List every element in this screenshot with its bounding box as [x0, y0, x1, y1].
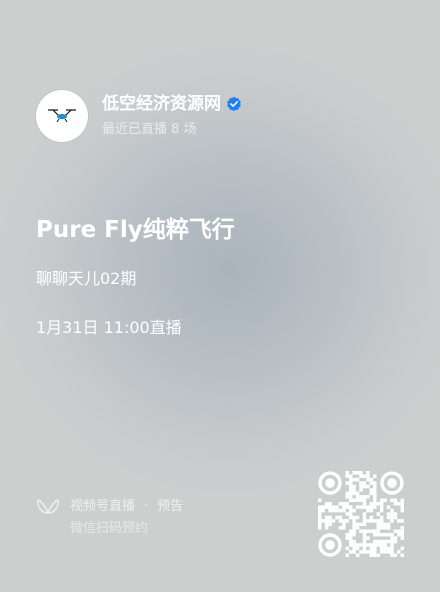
qr-code-icon[interactable]	[318, 471, 404, 557]
scan-hint: 微信扫码预约	[70, 521, 149, 536]
account-name-row: 低空经济资源网	[102, 92, 242, 116]
live-preview-card: 低空经济资源网 最近已直播 8 场 Pure Fly纯粹飞行 聊聊天儿02期 1…	[0, 0, 440, 592]
live-title: Pure Fly纯粹飞行	[36, 217, 235, 243]
live-subtitle: 聊聊天儿02期	[36, 269, 137, 288]
live-schedule-time: 1月31日 11:00直播	[36, 318, 182, 337]
verified-badge-icon	[226, 96, 242, 112]
brand-row: 视频号直播 · 预告	[36, 496, 183, 518]
avatar[interactable]	[36, 90, 88, 142]
channels-butterfly-icon	[36, 497, 60, 517]
preview-type-label: 预告	[157, 499, 184, 514]
live-count-status: 最近已直播 8 场	[102, 122, 197, 137]
account-info: 低空经济资源网 最近已直播 8 场	[102, 92, 242, 140]
brand-label: 视频号直播	[70, 499, 136, 514]
account-name[interactable]: 低空经济资源网	[102, 92, 221, 116]
account-header: 低空经济资源网 最近已直播 8 场	[36, 90, 242, 142]
drone-logo-icon	[48, 109, 76, 123]
separator-dot: ·	[144, 499, 149, 514]
footer: 视频号直播 · 预告 微信扫码预约	[36, 496, 183, 540]
